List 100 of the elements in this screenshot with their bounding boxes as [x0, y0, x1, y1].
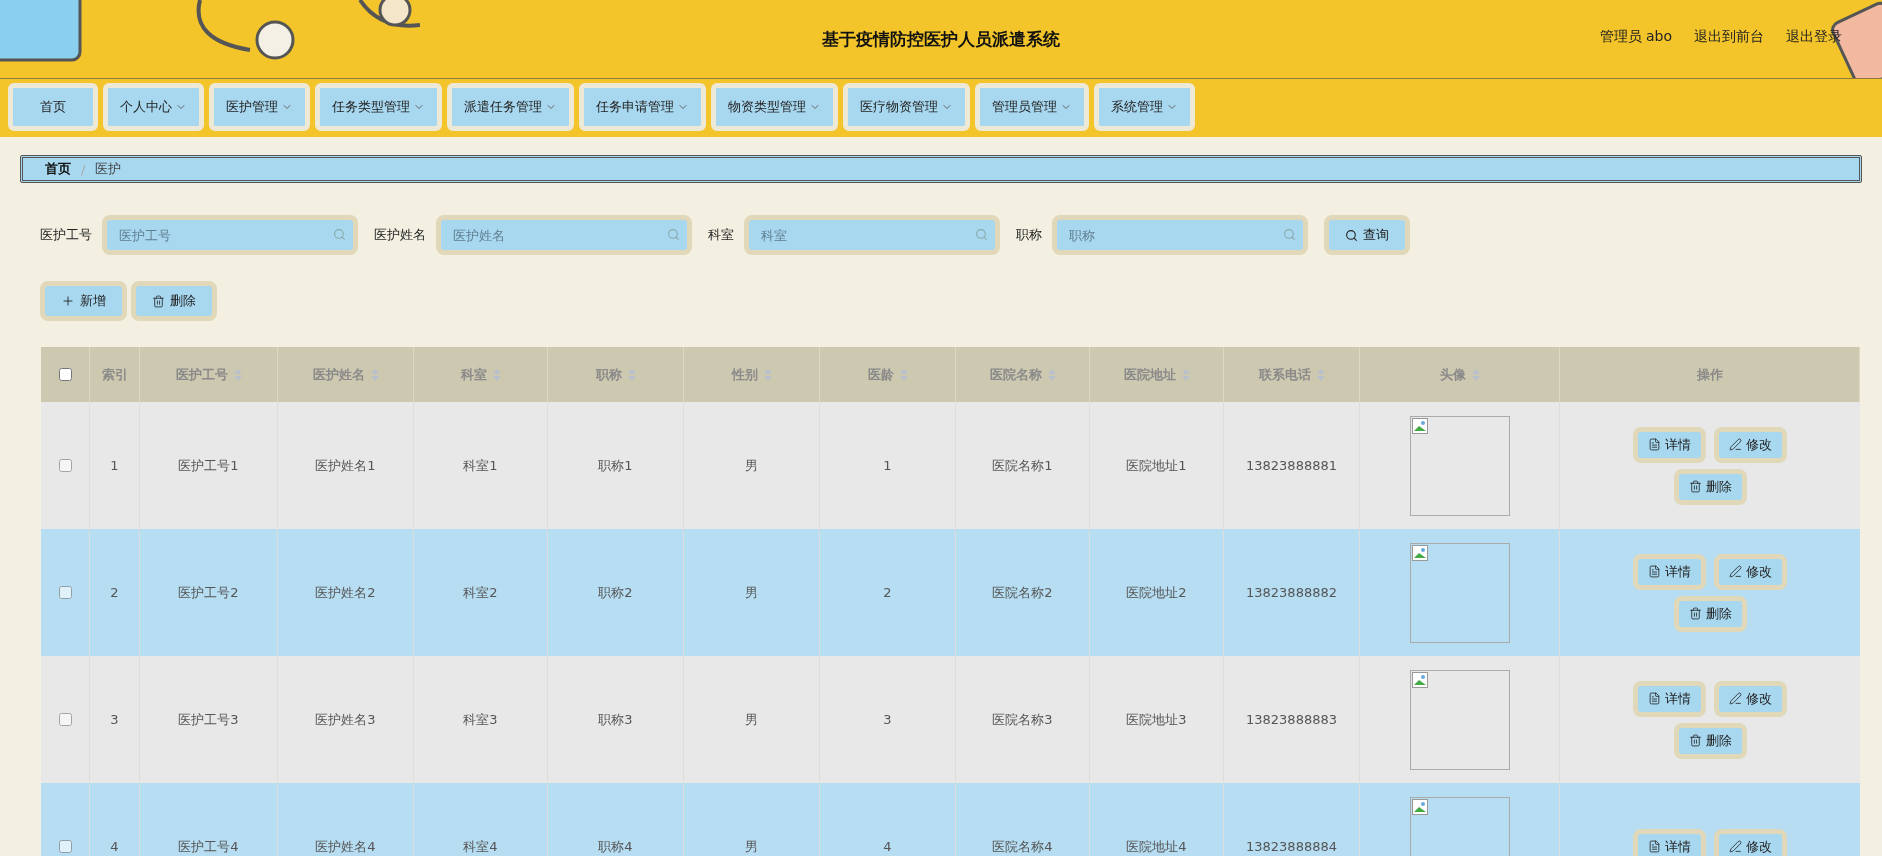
- table-cell: 医护姓名3: [315, 710, 376, 729]
- column-header: 医护工号: [175, 365, 228, 384]
- pen-icon: [1729, 565, 1742, 578]
- table-cell: 医院名称1: [992, 456, 1053, 475]
- nav-menu-item[interactable]: 医疗物资管理: [843, 83, 970, 131]
- search-field[interactable]: 医护姓名: [436, 215, 692, 255]
- table-cell: 医院地址2: [1126, 583, 1187, 602]
- edit-button[interactable]: 修改: [1714, 426, 1787, 463]
- nav-menu-item[interactable]: 个人中心: [103, 83, 204, 131]
- search-field[interactable]: 科室: [744, 215, 1000, 255]
- table-cell: 2: [883, 585, 892, 600]
- table-cell: 1: [110, 458, 119, 473]
- sort-icon[interactable]: [763, 368, 772, 381]
- column-header: 操作: [1696, 365, 1723, 384]
- search-icon: [975, 228, 988, 241]
- broken-image-icon: [1411, 798, 1428, 815]
- detail-button[interactable]: 详情: [1633, 828, 1706, 856]
- nav-menu-item[interactable]: 管理员管理: [975, 83, 1089, 131]
- column-header: 医院地址: [1123, 365, 1176, 384]
- edit-button[interactable]: 修改: [1714, 828, 1787, 856]
- table-cell: 医护姓名2: [315, 583, 376, 602]
- select-all-checkbox[interactable]: [58, 368, 72, 381]
- system-title: 基于疫情防控医护人员派遣系统: [822, 27, 1060, 51]
- nav-menu-item[interactable]: 系统管理: [1094, 83, 1195, 131]
- row-checkbox[interactable]: [58, 586, 72, 599]
- table-cell: 13823888884: [1246, 839, 1337, 854]
- sort-icon[interactable]: [899, 368, 908, 381]
- pen-icon: [1729, 840, 1742, 853]
- edit-button[interactable]: 修改: [1714, 680, 1787, 717]
- table-cell: 科室2: [463, 583, 498, 602]
- sort-icon[interactable]: [233, 368, 242, 381]
- table-cell: 医护工号4: [178, 837, 239, 856]
- trash-icon: [152, 294, 165, 308]
- table-cell: 1: [883, 458, 892, 473]
- sort-icon[interactable]: [627, 368, 636, 381]
- nav-menu-item[interactable]: 医护管理: [209, 83, 310, 131]
- table-cell: 科室3: [463, 710, 498, 729]
- table-cell: 职称1: [598, 456, 633, 475]
- detail-button[interactable]: 详情: [1633, 426, 1706, 463]
- trash-icon: [1688, 607, 1702, 620]
- broken-image-icon: [1411, 671, 1428, 688]
- table-cell: 4: [883, 839, 892, 854]
- delete-button[interactable]: 删除: [1673, 722, 1747, 759]
- table-cell: 医院名称2: [992, 583, 1053, 602]
- breadcrumb-item[interactable]: 首页: [45, 160, 71, 178]
- column-header: 头像: [1439, 365, 1466, 384]
- document-icon: [1648, 438, 1661, 451]
- search-field[interactable]: 医护工号: [102, 215, 358, 255]
- sort-icon[interactable]: [370, 368, 379, 381]
- breadcrumb-item: 医护: [95, 160, 122, 178]
- column-header: 医护姓名: [312, 365, 365, 384]
- table-cell: 4: [110, 839, 119, 854]
- search-icon: [667, 228, 680, 241]
- broken-image-icon: [1411, 544, 1428, 561]
- delete-button[interactable]: 删除: [131, 281, 217, 321]
- sort-icon[interactable]: [1471, 368, 1480, 381]
- nav-menu-item[interactable]: 首页: [8, 83, 98, 131]
- sort-icon[interactable]: [492, 368, 501, 381]
- edit-button[interactable]: 修改: [1714, 553, 1787, 590]
- table-cell: 医院地址1: [1126, 456, 1187, 475]
- sort-icon[interactable]: [1047, 368, 1056, 381]
- table-cell: 13823888883: [1246, 712, 1337, 727]
- delete-button[interactable]: 删除: [1673, 595, 1747, 632]
- table-cell: 职称4: [598, 837, 633, 856]
- search-icon: [333, 228, 346, 241]
- detail-button[interactable]: 详情: [1633, 680, 1706, 717]
- table-cell: 2: [110, 585, 119, 600]
- column-header: 索引: [101, 365, 128, 384]
- add-button[interactable]: 新增: [40, 281, 127, 321]
- table-cell: 科室1: [463, 456, 498, 475]
- row-checkbox[interactable]: [58, 459, 72, 472]
- column-header: 医龄: [867, 365, 894, 384]
- table-cell: 医院地址3: [1126, 710, 1187, 729]
- table-cell: 男: [745, 456, 758, 475]
- nav-menu-item[interactable]: 任务申请管理: [579, 83, 706, 131]
- table-cell: 男: [745, 710, 758, 729]
- table-cell: 医护工号3: [178, 710, 239, 729]
- row-checkbox[interactable]: [58, 840, 72, 853]
- search-field[interactable]: 职称: [1052, 215, 1308, 255]
- detail-button[interactable]: 详情: [1633, 553, 1706, 590]
- trash-icon: [1688, 734, 1702, 747]
- column-header: 科室: [460, 365, 487, 384]
- table-cell: 3: [883, 712, 892, 727]
- field-label: 职称: [1016, 226, 1042, 244]
- table-cell: 男: [745, 583, 758, 602]
- nav-menu-item[interactable]: 任务类型管理: [315, 83, 442, 131]
- search-icon: [1345, 228, 1358, 242]
- table-cell: 医院名称4: [992, 837, 1053, 856]
- nav-menu-item[interactable]: 派遣任务管理: [447, 83, 574, 131]
- delete-button[interactable]: 删除: [1673, 468, 1747, 505]
- sort-icon[interactable]: [1316, 368, 1325, 381]
- query-button[interactable]: 查询: [1324, 215, 1410, 255]
- row-checkbox[interactable]: [58, 713, 72, 726]
- document-icon: [1648, 692, 1661, 705]
- header-link[interactable]: 退出到前台: [1694, 28, 1764, 46]
- sort-icon[interactable]: [1181, 368, 1190, 381]
- nav-menu-item[interactable]: 物资类型管理: [711, 83, 838, 131]
- table-cell: 医护姓名1: [315, 456, 376, 475]
- table-cell: 男: [745, 837, 758, 856]
- table-cell: 职称3: [598, 710, 633, 729]
